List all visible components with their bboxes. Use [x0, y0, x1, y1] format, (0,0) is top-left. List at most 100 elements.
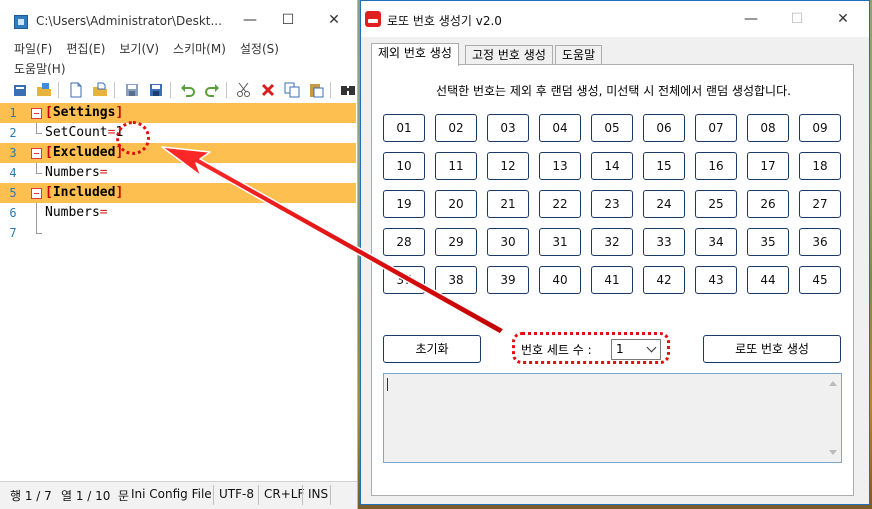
menu-help[interactable]: 도움말(H)	[14, 59, 66, 79]
number-button-17[interactable]: 17	[747, 152, 789, 180]
fold-guide	[36, 233, 42, 234]
number-button-11[interactable]: 11	[435, 152, 477, 180]
scroll-up-icon[interactable]	[829, 381, 837, 386]
tab-exclude-numbers[interactable]: 제외 번호 생성	[371, 43, 459, 66]
number-button-08[interactable]: 08	[747, 114, 789, 142]
number-button-01[interactable]: 01	[383, 114, 425, 142]
line-number: 4	[9, 166, 17, 180]
number-button-10[interactable]: 10	[383, 152, 425, 180]
fold-guide	[36, 203, 37, 223]
number-button-43[interactable]: 43	[695, 266, 737, 294]
tab-fixed-numbers[interactable]: 고정 번호 생성	[465, 45, 553, 65]
number-button-41[interactable]: 41	[591, 266, 633, 294]
maximize-icon[interactable]: ☐	[278, 10, 298, 30]
ini-editor-window: C:\Users\Administrator\Deskt... — ☐ ✕ 파일…	[0, 0, 358, 509]
number-button-38[interactable]: 38	[435, 266, 477, 294]
number-button-39[interactable]: 39	[487, 266, 529, 294]
number-button-31[interactable]: 31	[539, 228, 581, 256]
open-doc-icon[interactable]	[92, 82, 108, 98]
number-button-45[interactable]: 45	[799, 266, 841, 294]
fold-toggle-icon[interactable]	[31, 148, 42, 159]
menu-view[interactable]: 보기(V)	[119, 39, 159, 59]
menu-schema[interactable]: 스키마(M)	[173, 39, 226, 59]
reset-button[interactable]: 초기화	[383, 335, 481, 363]
number-button-33[interactable]: 33	[643, 228, 685, 256]
delete-icon[interactable]	[260, 82, 276, 98]
number-button-22[interactable]: 22	[539, 190, 581, 218]
new-file-icon[interactable]	[12, 82, 28, 98]
number-button-29[interactable]: 29	[435, 228, 477, 256]
number-button-42[interactable]: 42	[643, 266, 685, 294]
number-button-12[interactable]: 12	[487, 152, 529, 180]
output-textbox[interactable]	[383, 373, 842, 463]
number-button-25[interactable]: 25	[695, 190, 737, 218]
number-button-23[interactable]: 23	[591, 190, 633, 218]
menu-edit[interactable]: 편집(E)	[66, 39, 105, 59]
tab-help[interactable]: 도움말	[555, 45, 603, 65]
number-button-21[interactable]: 21	[487, 190, 529, 218]
close-icon[interactable]: ✕	[324, 10, 344, 30]
code-area[interactable]: 1 [Settings] 2 SetCount=1 3 [Excluded] 4…	[0, 103, 356, 473]
number-button-34[interactable]: 34	[695, 228, 737, 256]
copy-icon[interactable]	[284, 82, 300, 98]
number-button-09[interactable]: 09	[799, 114, 841, 142]
lotto-titlebar[interactable]: 로또 번호 생성기 v2.0 — ☐ ✕	[361, 1, 869, 37]
number-button-27[interactable]: 27	[799, 190, 841, 218]
number-button-44[interactable]: 44	[747, 266, 789, 294]
number-button-35[interactable]: 35	[747, 228, 789, 256]
number-button-05[interactable]: 05	[591, 114, 633, 142]
number-button-07[interactable]: 07	[695, 114, 737, 142]
minimize-icon[interactable]: —	[741, 9, 761, 29]
scroll-down-icon[interactable]	[829, 450, 837, 455]
paste-icon[interactable]	[308, 82, 324, 98]
line-number: 2	[9, 126, 17, 140]
number-button-32[interactable]: 32	[591, 228, 633, 256]
status-eol[interactable]: CR+LF	[264, 487, 304, 501]
number-button-40[interactable]: 40	[539, 266, 581, 294]
status-ins[interactable]: INS	[308, 487, 328, 501]
status-encoding[interactable]: UTF-8	[219, 487, 254, 501]
new-doc-icon[interactable]	[68, 82, 84, 98]
tab-panel-exclude: 선택한 번호는 제외 후 랜덤 생성, 미선택 시 전체에서 랜덤 생성합니다.…	[371, 64, 854, 496]
number-button-04[interactable]: 04	[539, 114, 581, 142]
section-header: [Excluded]	[45, 145, 124, 160]
find-icon[interactable]	[340, 82, 356, 98]
fold-toggle-icon[interactable]	[31, 188, 42, 199]
minimize-icon[interactable]: —	[240, 10, 260, 30]
number-button-28[interactable]: 28	[383, 228, 425, 256]
number-button-13[interactable]: 13	[539, 152, 581, 180]
number-button-15[interactable]: 15	[643, 152, 685, 180]
generate-button[interactable]: 로또 번호 생성	[703, 335, 841, 363]
number-button-24[interactable]: 24	[643, 190, 685, 218]
number-button-14[interactable]: 14	[591, 152, 633, 180]
output-scrollbar[interactable]	[826, 374, 841, 462]
code-line: 4 Numbers=	[0, 163, 356, 183]
editor-titlebar[interactable]: C:\Users\Administrator\Deskt... — ☐ ✕	[0, 0, 357, 40]
number-button-30[interactable]: 30	[487, 228, 529, 256]
open-folder-icon[interactable]	[36, 82, 52, 98]
save-as-icon[interactable]	[148, 82, 164, 98]
number-button-36[interactable]: 36	[799, 228, 841, 256]
close-icon[interactable]: ✕	[833, 9, 853, 29]
menu-settings[interactable]: 설정(S)	[240, 39, 279, 59]
number-button-19[interactable]: 19	[383, 190, 425, 218]
redo-icon[interactable]	[204, 82, 220, 98]
notepad-app-icon	[14, 15, 28, 29]
undo-icon[interactable]	[180, 82, 196, 98]
number-button-26[interactable]: 26	[747, 190, 789, 218]
number-button-02[interactable]: 02	[435, 114, 477, 142]
number-button-16[interactable]: 16	[695, 152, 737, 180]
save-icon[interactable]	[124, 82, 140, 98]
number-button-03[interactable]: 03	[487, 114, 529, 142]
annotation-box	[512, 332, 670, 364]
status-mode: 문	[118, 489, 130, 503]
number-button-20[interactable]: 20	[435, 190, 477, 218]
cut-icon[interactable]	[236, 82, 252, 98]
status-filetype[interactable]: Ini Config File	[131, 487, 212, 501]
status-divider	[330, 485, 331, 505]
menu-file[interactable]: 파일(F)	[14, 39, 52, 59]
number-button-37[interactable]: 37	[383, 266, 425, 294]
number-button-06[interactable]: 06	[643, 114, 685, 142]
fold-toggle-icon[interactable]	[31, 108, 42, 119]
number-button-18[interactable]: 18	[799, 152, 841, 180]
